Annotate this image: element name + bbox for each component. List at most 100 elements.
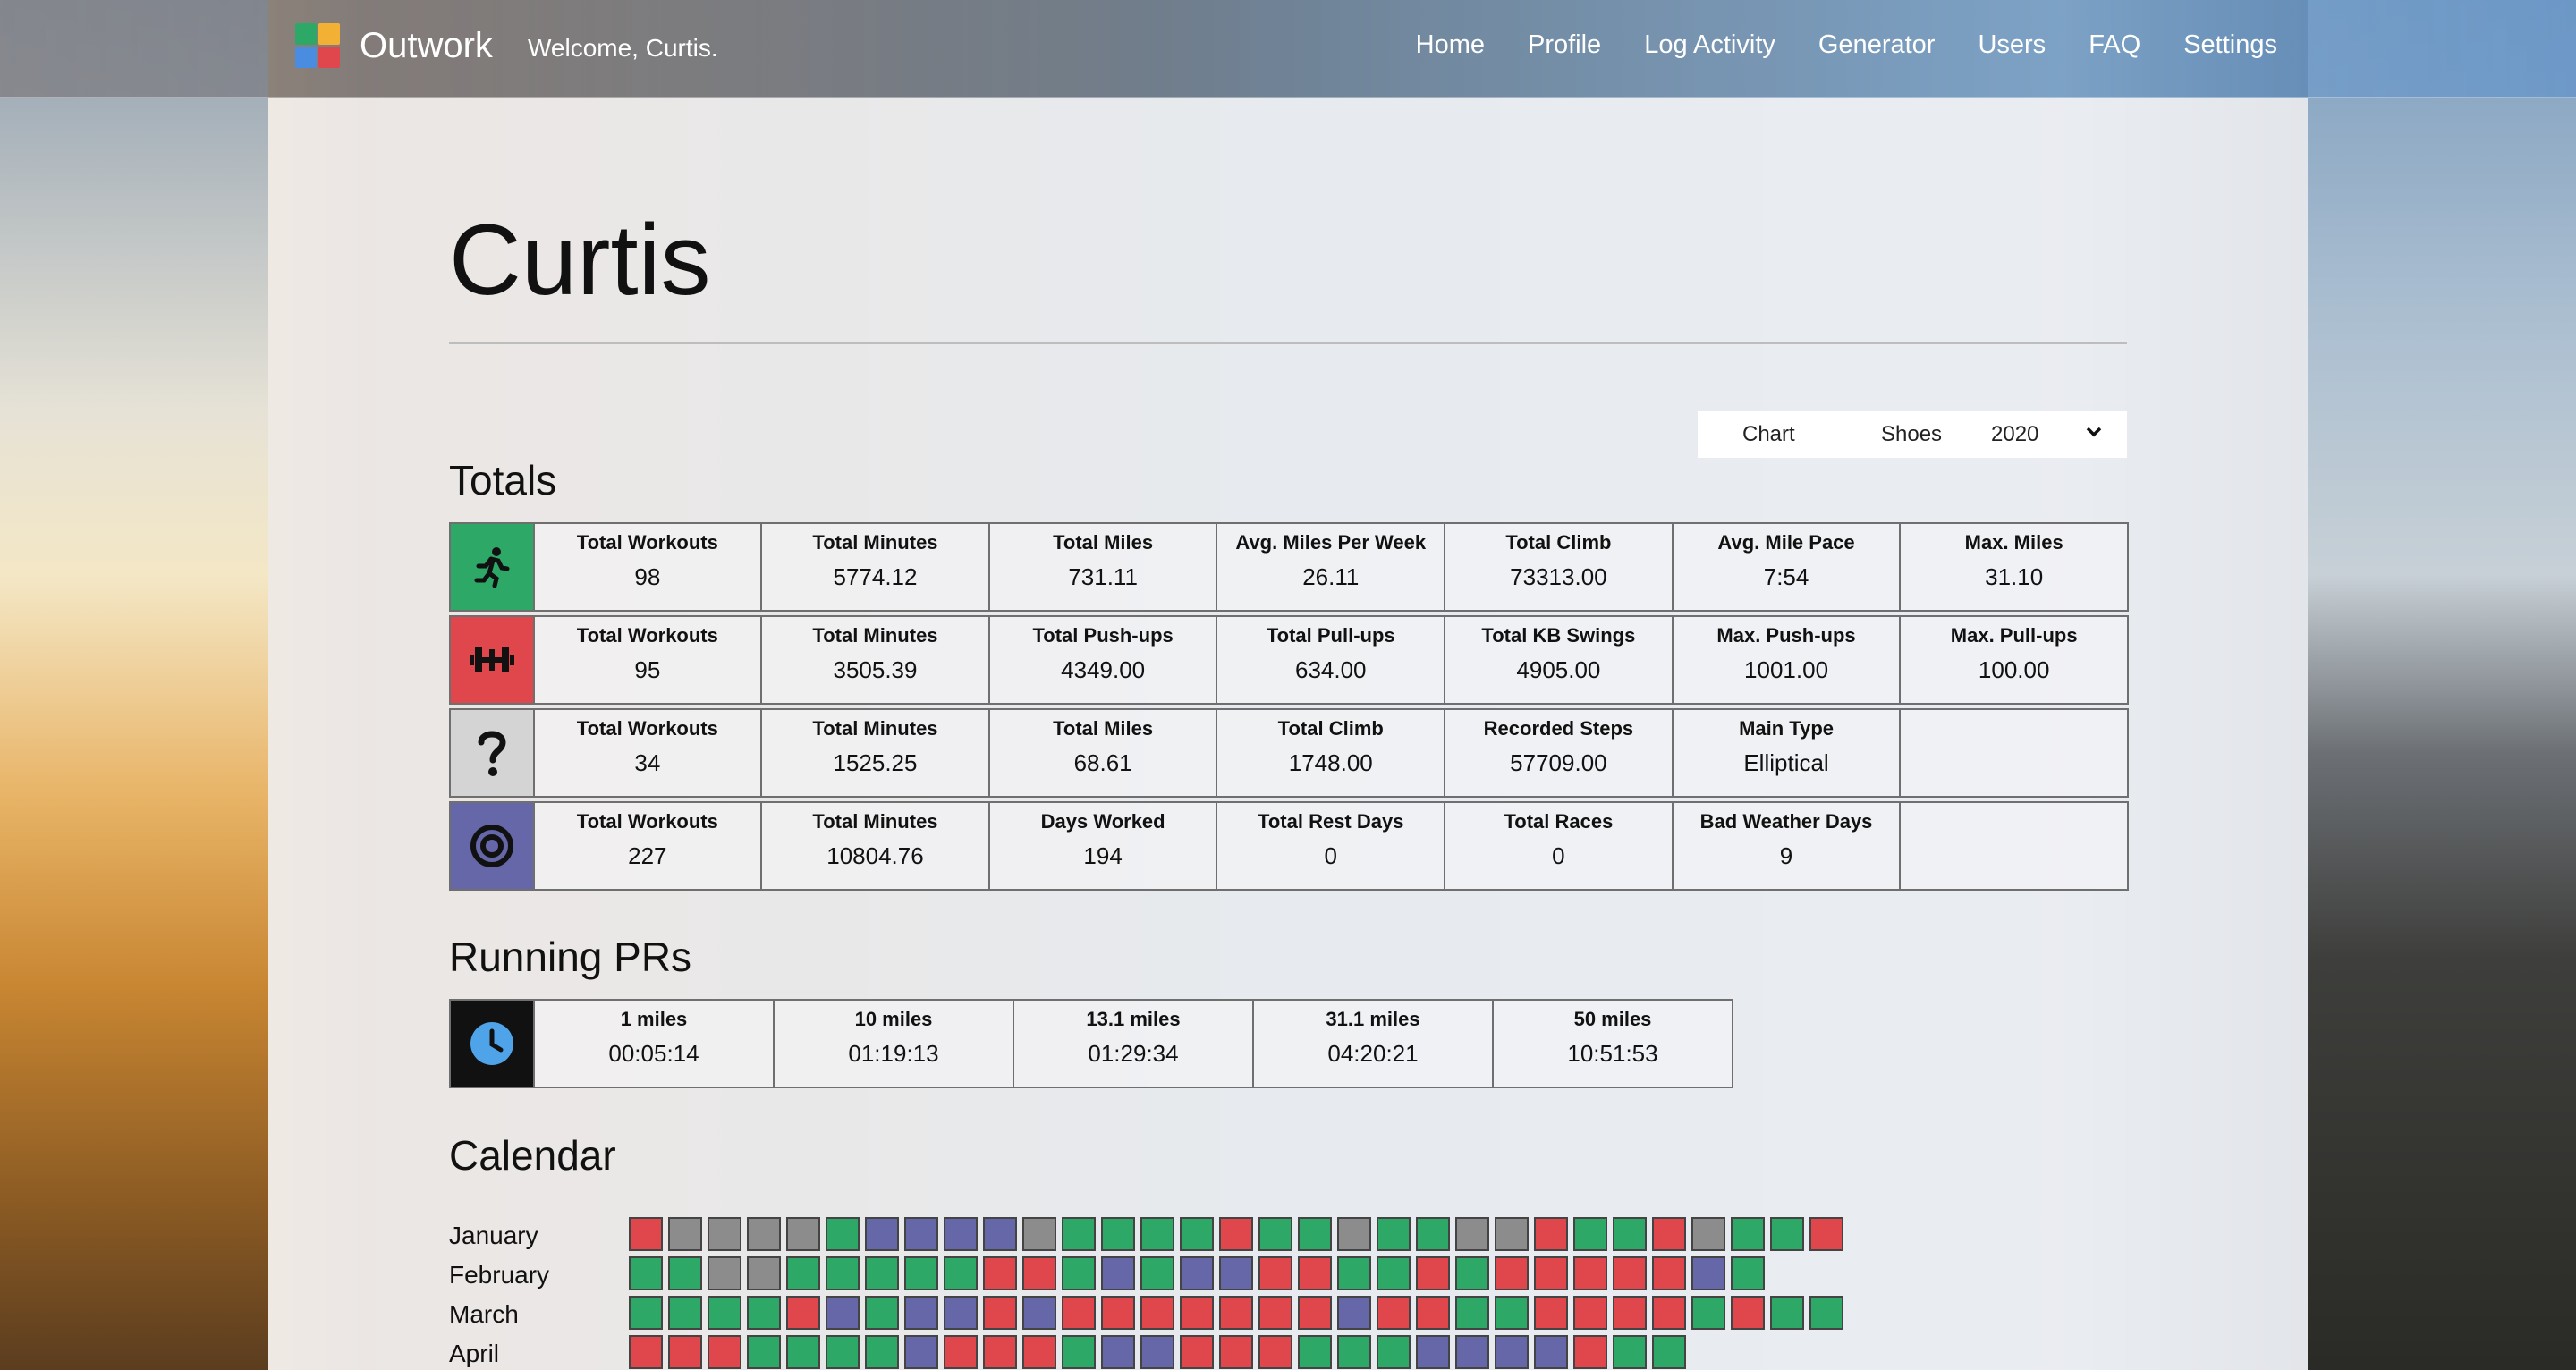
nav-profile[interactable]: Profile bbox=[1528, 30, 1601, 60]
calendar-day[interactable] bbox=[1652, 1256, 1686, 1290]
calendar-day[interactable] bbox=[1652, 1217, 1686, 1251]
calendar-day[interactable] bbox=[629, 1335, 663, 1369]
calendar-day[interactable] bbox=[826, 1217, 860, 1251]
calendar-day[interactable] bbox=[826, 1296, 860, 1330]
calendar-day[interactable] bbox=[1062, 1335, 1096, 1369]
calendar-day[interactable] bbox=[747, 1217, 781, 1251]
calendar-day[interactable] bbox=[1337, 1256, 1371, 1290]
calendar-day[interactable] bbox=[786, 1296, 820, 1330]
calendar-day[interactable] bbox=[668, 1296, 702, 1330]
calendar-day[interactable] bbox=[1377, 1256, 1411, 1290]
calendar-day[interactable] bbox=[1416, 1296, 1450, 1330]
calendar-day[interactable] bbox=[1770, 1217, 1804, 1251]
calendar-day[interactable] bbox=[1534, 1296, 1568, 1330]
calendar-day[interactable] bbox=[1062, 1256, 1096, 1290]
nav-users[interactable]: Users bbox=[1978, 30, 2046, 60]
calendar-day[interactable] bbox=[1337, 1335, 1371, 1369]
calendar-day[interactable] bbox=[1455, 1217, 1489, 1251]
calendar-day[interactable] bbox=[1495, 1296, 1529, 1330]
calendar-day[interactable] bbox=[1691, 1256, 1725, 1290]
calendar-day[interactable] bbox=[1652, 1296, 1686, 1330]
calendar-day[interactable] bbox=[904, 1296, 938, 1330]
calendar-day[interactable] bbox=[1377, 1217, 1411, 1251]
calendar-day[interactable] bbox=[1022, 1296, 1056, 1330]
calendar-day[interactable] bbox=[1101, 1256, 1135, 1290]
calendar-day[interactable] bbox=[826, 1335, 860, 1369]
calendar-day[interactable] bbox=[1613, 1335, 1647, 1369]
calendar-day[interactable] bbox=[983, 1217, 1017, 1251]
calendar-day[interactable] bbox=[1140, 1256, 1174, 1290]
calendar-day[interactable] bbox=[904, 1256, 938, 1290]
calendar-day[interactable] bbox=[983, 1256, 1017, 1290]
calendar-day[interactable] bbox=[1258, 1296, 1292, 1330]
nav-log-activity[interactable]: Log Activity bbox=[1644, 30, 1775, 60]
calendar-day[interactable] bbox=[1495, 1335, 1529, 1369]
calendar-day[interactable] bbox=[1140, 1217, 1174, 1251]
chart-tab[interactable]: Chart bbox=[1742, 422, 1795, 447]
calendar-day[interactable] bbox=[786, 1335, 820, 1369]
calendar-day[interactable] bbox=[1258, 1335, 1292, 1369]
calendar-day[interactable] bbox=[1022, 1217, 1056, 1251]
calendar-day[interactable] bbox=[1770, 1296, 1804, 1330]
calendar-day[interactable] bbox=[747, 1256, 781, 1290]
calendar-day[interactable] bbox=[1691, 1217, 1725, 1251]
calendar-day[interactable] bbox=[1809, 1296, 1843, 1330]
calendar-day[interactable] bbox=[983, 1296, 1017, 1330]
calendar-day[interactable] bbox=[1416, 1217, 1450, 1251]
calendar-day[interactable] bbox=[629, 1256, 663, 1290]
calendar-day[interactable] bbox=[708, 1217, 741, 1251]
calendar-day[interactable] bbox=[1495, 1256, 1529, 1290]
calendar-day[interactable] bbox=[1573, 1335, 1607, 1369]
calendar-day[interactable] bbox=[1258, 1256, 1292, 1290]
calendar-day[interactable] bbox=[944, 1217, 978, 1251]
calendar-day[interactable] bbox=[1219, 1256, 1253, 1290]
calendar-day[interactable] bbox=[865, 1296, 899, 1330]
calendar-day[interactable] bbox=[1416, 1335, 1450, 1369]
calendar-day[interactable] bbox=[1219, 1217, 1253, 1251]
calendar-day[interactable] bbox=[1062, 1217, 1096, 1251]
calendar-day[interactable] bbox=[1731, 1256, 1765, 1290]
calendar-day[interactable] bbox=[629, 1217, 663, 1251]
calendar-day[interactable] bbox=[1573, 1256, 1607, 1290]
calendar-day[interactable] bbox=[1377, 1335, 1411, 1369]
calendar-day[interactable] bbox=[747, 1335, 781, 1369]
shoes-tab[interactable]: Shoes bbox=[1881, 422, 1942, 447]
brand[interactable]: Outwork bbox=[295, 23, 493, 68]
calendar-day[interactable] bbox=[865, 1256, 899, 1290]
calendar-day[interactable] bbox=[1219, 1296, 1253, 1330]
calendar-day[interactable] bbox=[1731, 1217, 1765, 1251]
nav-generator[interactable]: Generator bbox=[1818, 30, 1936, 60]
calendar-day[interactable] bbox=[747, 1296, 781, 1330]
calendar-day[interactable] bbox=[1495, 1217, 1529, 1251]
calendar-day[interactable] bbox=[786, 1217, 820, 1251]
calendar-day[interactable] bbox=[1455, 1335, 1489, 1369]
calendar-day[interactable] bbox=[708, 1296, 741, 1330]
calendar-day[interactable] bbox=[1180, 1217, 1214, 1251]
calendar-day[interactable] bbox=[708, 1256, 741, 1290]
calendar-day[interactable] bbox=[904, 1335, 938, 1369]
calendar-day[interactable] bbox=[865, 1217, 899, 1251]
calendar-day[interactable] bbox=[1573, 1296, 1607, 1330]
calendar-day[interactable] bbox=[1534, 1335, 1568, 1369]
calendar-day[interactable] bbox=[1652, 1335, 1686, 1369]
calendar-day[interactable] bbox=[668, 1335, 702, 1369]
calendar-day[interactable] bbox=[1298, 1217, 1332, 1251]
calendar-day[interactable] bbox=[1613, 1256, 1647, 1290]
calendar-day[interactable] bbox=[1180, 1296, 1214, 1330]
calendar-day[interactable] bbox=[1337, 1296, 1371, 1330]
calendar-day[interactable] bbox=[1337, 1217, 1371, 1251]
calendar-day[interactable] bbox=[1298, 1296, 1332, 1330]
calendar-day[interactable] bbox=[1534, 1256, 1568, 1290]
calendar-day[interactable] bbox=[1101, 1335, 1135, 1369]
calendar-day[interactable] bbox=[668, 1217, 702, 1251]
nav-settings[interactable]: Settings bbox=[2183, 30, 2277, 60]
calendar-day[interactable] bbox=[1140, 1335, 1174, 1369]
chevron-down-icon[interactable] bbox=[2084, 422, 2104, 448]
calendar-day[interactable] bbox=[1062, 1296, 1096, 1330]
calendar-day[interactable] bbox=[1140, 1296, 1174, 1330]
calendar-day[interactable] bbox=[944, 1335, 978, 1369]
calendar-day[interactable] bbox=[1101, 1217, 1135, 1251]
calendar-day[interactable] bbox=[1298, 1335, 1332, 1369]
calendar-day[interactable] bbox=[983, 1335, 1017, 1369]
calendar-day[interactable] bbox=[1022, 1335, 1056, 1369]
